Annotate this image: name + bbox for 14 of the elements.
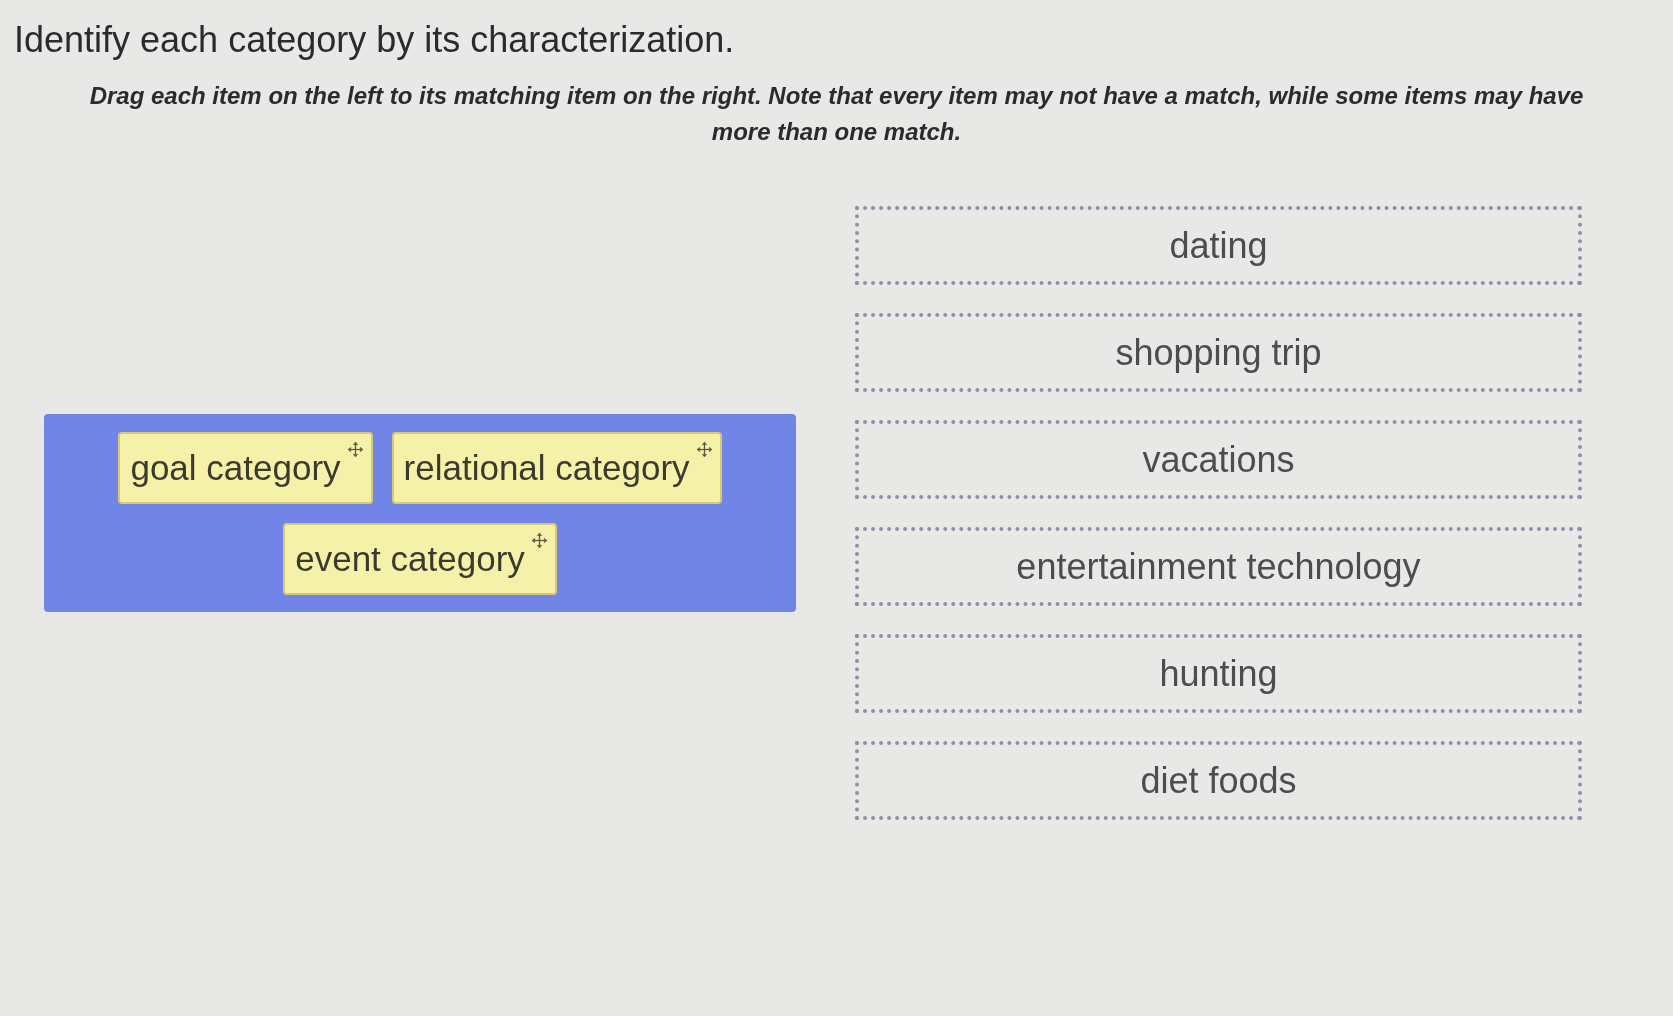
drop-zone[interactable]: diet foods xyxy=(855,741,1582,820)
drop-zone[interactable]: hunting xyxy=(855,634,1582,713)
question-title: Identify each category by its characterization. xyxy=(14,18,736,62)
drop-zone[interactable]: dating xyxy=(855,206,1582,285)
drop-zone[interactable]: shopping trip xyxy=(855,313,1582,392)
draggable-choice[interactable]: relational category xyxy=(391,431,722,504)
draggable-choice[interactable]: goal category xyxy=(118,431,373,504)
drop-zone[interactable]: entertainment technology xyxy=(855,527,1582,606)
move-icon xyxy=(531,532,547,548)
move-icon xyxy=(696,441,712,457)
drop-zone[interactable]: vacations xyxy=(855,420,1582,499)
instructions-text: Drag each item on the left to its matching item on the right. Note that every item may not have a match, while some items may have more than one match. xyxy=(88,81,1585,147)
move-icon xyxy=(347,441,363,457)
draggable-choice[interactable]: event category xyxy=(283,522,557,595)
